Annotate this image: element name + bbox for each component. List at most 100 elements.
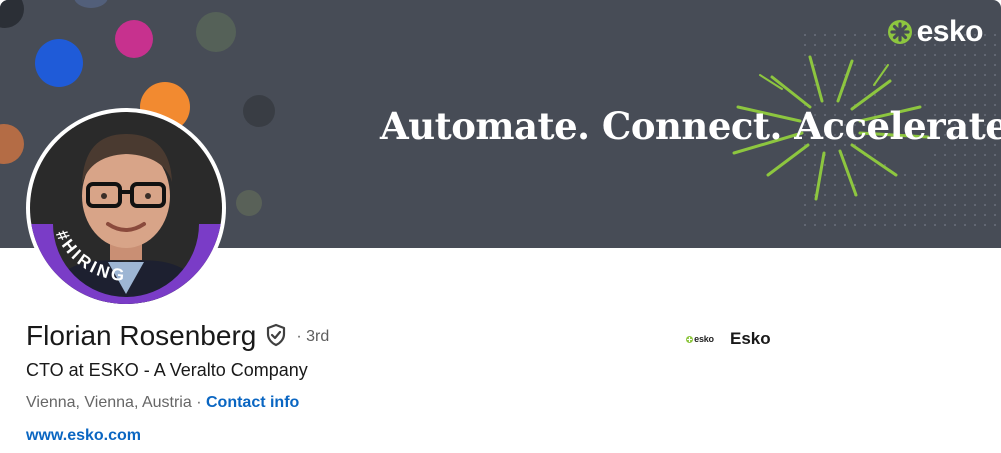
grid-dot xyxy=(994,44,996,46)
decor-dot xyxy=(35,39,83,87)
grid-dot xyxy=(974,174,976,176)
grid-dot xyxy=(964,204,966,206)
grid-dot xyxy=(984,74,986,76)
grid-dot xyxy=(834,224,836,226)
grid-dot xyxy=(934,224,936,226)
grid-dot xyxy=(994,194,996,196)
grid-dot xyxy=(874,224,876,226)
grid-dot xyxy=(914,224,916,226)
grid-dot xyxy=(954,224,956,226)
grid-dot xyxy=(974,64,976,66)
banner-tagline: Automate. Connect. Accelerate. xyxy=(380,104,1001,148)
grid-dot xyxy=(924,224,926,226)
grid-dot xyxy=(834,34,836,36)
grid-dot xyxy=(994,214,996,216)
avatar[interactable]: #HIRING xyxy=(30,112,222,304)
grid-dot xyxy=(964,194,966,196)
grid-dot xyxy=(824,34,826,36)
grid-dot xyxy=(964,54,966,56)
grid-dot xyxy=(964,164,966,166)
grid-dot xyxy=(994,204,996,206)
grid-dot xyxy=(994,154,996,156)
grid-dot xyxy=(984,84,986,86)
grid-dot xyxy=(854,214,856,216)
grid-dot xyxy=(994,84,996,86)
grid-dot xyxy=(804,214,806,216)
grid-dot xyxy=(884,214,886,216)
grid-dot xyxy=(894,224,896,226)
grid-dot xyxy=(844,34,846,36)
grid-dot xyxy=(964,154,966,156)
grid-dot xyxy=(904,214,906,216)
grid-dot xyxy=(914,214,916,216)
location-row: Vienna, Vienna, Austria · Contact info xyxy=(26,394,299,412)
grid-dot xyxy=(964,174,966,176)
grid-dot xyxy=(924,214,926,216)
grid-dot xyxy=(984,94,986,96)
grid-dot xyxy=(844,214,846,216)
company-logo: esko xyxy=(684,328,716,350)
esko-logo-icon xyxy=(887,20,912,44)
grid-dot xyxy=(984,184,986,186)
website-link[interactable]: www.esko.com xyxy=(26,427,141,445)
grid-dot xyxy=(974,54,976,56)
grid-dot xyxy=(874,214,876,216)
grid-dot xyxy=(974,154,976,156)
brand-word: esko xyxy=(916,15,984,48)
profile-headline: CTO at ESKO - A Veralto Company xyxy=(26,360,308,380)
profile-photo[interactable]: #HIRING xyxy=(26,108,226,308)
grid-dot xyxy=(984,164,986,166)
grid-dot xyxy=(844,224,846,226)
decor-dot xyxy=(243,95,275,127)
grid-dot xyxy=(944,214,946,216)
grid-dot xyxy=(984,174,986,176)
grid-dot xyxy=(974,184,976,186)
shield-check-icon[interactable] xyxy=(264,323,288,352)
grid-dot xyxy=(804,224,806,226)
grid-dot xyxy=(974,204,976,206)
grid-dot xyxy=(964,94,966,96)
contact-info-link[interactable]: Contact info xyxy=(206,394,299,411)
grid-dot xyxy=(994,184,996,186)
grid-dot xyxy=(984,214,986,216)
decor-dot xyxy=(0,124,24,164)
decor-dot xyxy=(0,0,24,28)
connection-degree: · 3rd xyxy=(296,328,330,345)
grid-dot xyxy=(854,224,856,226)
grid-dot xyxy=(864,214,866,216)
grid-dot xyxy=(814,34,816,36)
avatar-portrait: #HIRING xyxy=(30,112,222,304)
grid-dot xyxy=(984,44,986,46)
grid-dot xyxy=(894,214,896,216)
grid-dot xyxy=(984,194,986,196)
grid-dot xyxy=(994,64,996,66)
grid-dot xyxy=(984,224,986,226)
grid-dot xyxy=(964,64,966,66)
grid-dot xyxy=(994,34,996,36)
grid-dot xyxy=(964,184,966,186)
decor-dot xyxy=(196,12,236,52)
profile-name: Florian Rosenberg xyxy=(26,320,257,351)
grid-dot xyxy=(974,74,976,76)
grid-dot xyxy=(994,174,996,176)
grid-dot xyxy=(984,34,986,36)
grid-dot xyxy=(984,54,986,56)
decor-dot xyxy=(115,20,153,58)
grid-dot xyxy=(964,214,966,216)
grid-dot xyxy=(934,214,936,216)
grid-dot xyxy=(804,34,806,36)
grid-dot xyxy=(974,164,976,166)
grid-dot xyxy=(824,224,826,226)
grid-dot xyxy=(994,164,996,166)
grid-dot xyxy=(954,214,956,216)
company-logo-word: esko xyxy=(694,334,714,344)
grid-dot xyxy=(824,214,826,216)
grid-dot xyxy=(814,224,816,226)
grid-dot xyxy=(944,224,946,226)
decor-dot xyxy=(74,0,108,8)
grid-dot xyxy=(974,94,976,96)
grid-dot xyxy=(874,34,876,36)
grid-dot xyxy=(974,194,976,196)
current-company[interactable]: esko Esko xyxy=(684,328,771,350)
grid-dot xyxy=(964,224,966,226)
